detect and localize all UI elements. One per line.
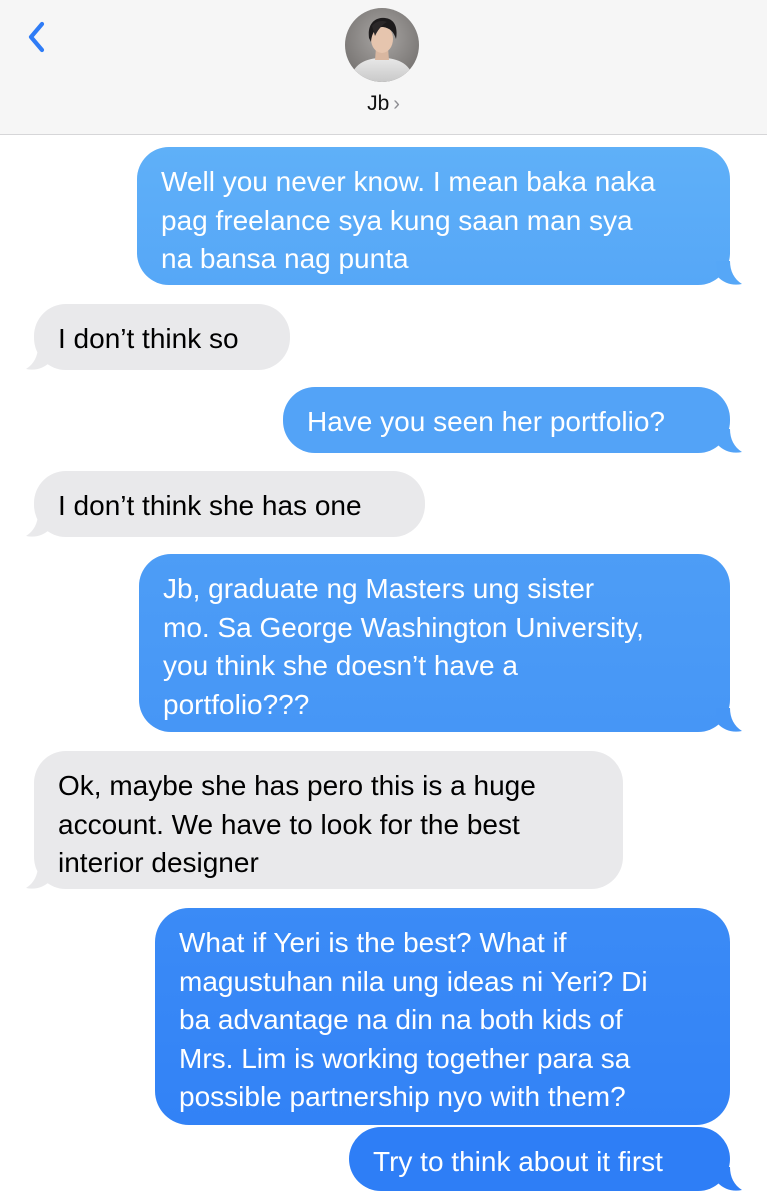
bubble-tail <box>26 513 52 537</box>
contact-name: Jb <box>367 92 390 115</box>
message-bubble-outgoing[interactable]: Have you seen her portfolio? <box>283 387 730 453</box>
contact-avatar-photo <box>345 8 419 82</box>
message-bubble-incoming[interactable]: I don’t think she has one <box>34 471 425 537</box>
message-line: Try to think about it first <box>373 1146 663 1177</box>
message-line: Ok, maybe she has pero this is a huge <box>58 770 536 801</box>
avatar[interactable] <box>345 8 419 82</box>
message-bubble-incoming[interactable]: I don’t think so <box>34 304 290 370</box>
message-bubble-outgoing[interactable]: Well you never know. I mean baka naka pa… <box>137 147 730 285</box>
message-line: ba advantage na din na both kids of <box>179 1004 623 1035</box>
bubble-tail <box>716 429 742 453</box>
back-button[interactable] <box>22 18 62 62</box>
message-line: Jb, graduate ng Masters ung sister <box>163 573 595 604</box>
bubble-tail <box>716 261 742 285</box>
chevron-left-icon <box>28 21 45 53</box>
message-line: interior designer <box>58 847 259 878</box>
bubble-tail <box>26 346 52 370</box>
message-bubble-outgoing[interactable]: What if Yeri is the best? What if magust… <box>155 908 730 1125</box>
message-bubble-outgoing[interactable]: Jb, graduate ng Masters ung sister mo. S… <box>139 554 730 732</box>
chevron-right-icon: › <box>393 93 400 115</box>
message-line: Well you never know. I mean baka naka <box>161 166 656 197</box>
message-line: What if Yeri is the best? What if <box>179 927 567 958</box>
message-line: portfolio??? <box>163 688 310 720</box>
bubble-tail <box>716 1167 742 1191</box>
conversation-header: Jb › <box>0 0 767 135</box>
message-line: na bansa nag punta <box>161 243 409 274</box>
message-line: magustuhan nila ung ideas ni Yeri? Di <box>179 965 648 997</box>
message-bubble-outgoing[interactable]: Try to think about it first <box>349 1127 730 1191</box>
message-line: you think she doesn’t have a <box>163 650 518 681</box>
message-line: I don’t think so <box>58 323 239 354</box>
message-line: mo. Sa George Washington University, <box>163 611 644 643</box>
bubble-tail <box>26 865 52 889</box>
bubble-tail <box>716 708 742 732</box>
message-line: Have you seen her portfolio? <box>307 406 665 437</box>
message-line: Mrs. Lim is working together para sa <box>179 1042 631 1074</box>
contact-name-row[interactable]: Jb › <box>0 92 767 116</box>
message-line: I don’t think she has one <box>58 490 362 521</box>
message-line: account. We have to look for the best <box>58 808 520 840</box>
message-bubble-incoming[interactable]: Ok, maybe she has pero this is a huge ac… <box>34 751 623 889</box>
message-line: possible partnership nyo with them? <box>179 1081 626 1112</box>
message-line: pag freelance sya kung saan man sya <box>161 204 633 236</box>
